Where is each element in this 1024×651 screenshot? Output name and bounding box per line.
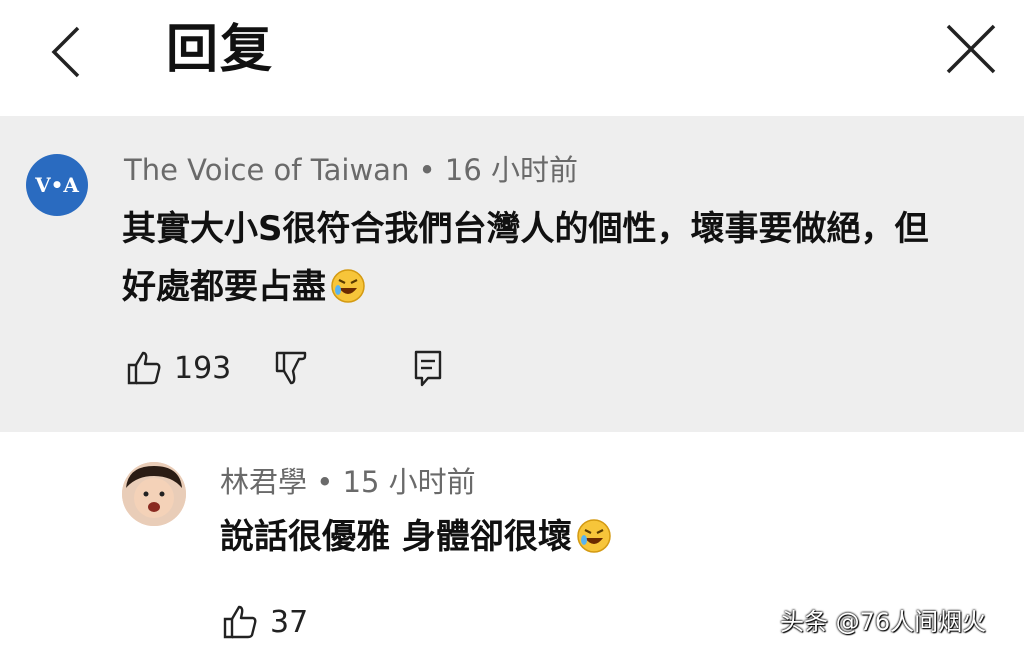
author-name[interactable]: The Voice of Taiwan xyxy=(124,153,409,187)
comment-text: 說話很優雅 身體卻很壞 xyxy=(220,512,612,562)
rofl-emoji-icon xyxy=(331,269,365,303)
back-arrow-icon[interactable] xyxy=(46,24,86,80)
top-bar: 回复 xyxy=(0,0,1024,116)
watermark: 头条 @76人间烟火 xyxy=(780,608,987,636)
avatar[interactable]: V•A xyxy=(26,154,88,216)
comment-body: 說話很優雅 身體卻很壞 xyxy=(220,517,572,557)
reply-button[interactable] xyxy=(408,348,448,388)
thumbs-up-icon xyxy=(223,605,257,639)
thumbs-down-icon xyxy=(275,351,307,385)
like-button[interactable]: 37 xyxy=(220,602,308,642)
comment-meta: 林君學 • 15 小时前 xyxy=(220,464,476,500)
timestamp: 15 小时前 xyxy=(342,465,476,499)
like-count: 193 xyxy=(174,350,232,386)
comment-body: 其實大小S很符合我們台灣人的個性，壞事要做絕，但好處都要占盡 xyxy=(122,209,929,307)
page-title: 回复 xyxy=(166,20,275,80)
like-count: 37 xyxy=(270,604,309,640)
meta-separator: • xyxy=(418,153,445,187)
avatar[interactable] xyxy=(122,462,186,526)
comment-item: V•A The Voice of Taiwan • 16 小时前 其實大小S很符… xyxy=(0,116,1024,432)
timestamp: 16 小时前 xyxy=(444,153,578,187)
author-name[interactable]: 林君學 xyxy=(220,465,307,499)
dislike-button[interactable] xyxy=(272,348,312,388)
rofl-emoji-icon xyxy=(577,519,611,553)
comment-meta: The Voice of Taiwan • 16 小时前 xyxy=(124,152,578,188)
comment-text: 其實大小S很符合我們台灣人的個性，壞事要做絕，但好處都要占盡 xyxy=(122,200,962,316)
like-button[interactable]: 193 xyxy=(124,348,231,388)
thumbs-up-icon xyxy=(127,351,161,385)
reply-comment-icon xyxy=(414,350,442,387)
close-icon[interactable] xyxy=(944,22,998,76)
meta-separator: • xyxy=(316,465,343,499)
